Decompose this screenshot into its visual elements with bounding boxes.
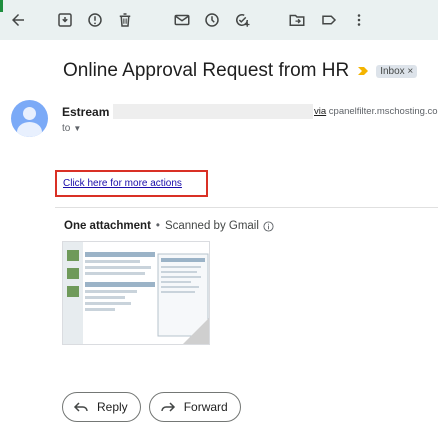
attachment-header: One attachment • Scanned by Gmail bbox=[64, 220, 274, 232]
via-link[interactable]: via bbox=[314, 106, 326, 117]
forward-icon bbox=[160, 402, 175, 412]
archive-icon[interactable] bbox=[53, 8, 77, 32]
inbox-label-chip[interactable]: Inbox × bbox=[376, 64, 418, 78]
reply-button[interactable]: Reply bbox=[62, 392, 141, 422]
recipient-details[interactable]: to ▼ bbox=[62, 123, 81, 134]
reply-icon bbox=[73, 402, 88, 412]
accent-tab bbox=[0, 0, 3, 12]
more-options-icon[interactable] bbox=[347, 8, 371, 32]
attachment-divider bbox=[55, 207, 438, 208]
mark-unread-icon[interactable] bbox=[170, 8, 194, 32]
highlighted-link-box: Click here for more actions bbox=[55, 170, 208, 197]
report-spam-icon[interactable] bbox=[83, 8, 107, 32]
to-label: to bbox=[62, 123, 71, 134]
scan-note: Scanned by Gmail bbox=[164, 220, 259, 232]
label-icon[interactable] bbox=[317, 8, 341, 32]
info-icon[interactable] bbox=[263, 220, 274, 232]
body-action-link[interactable]: Click here for more actions bbox=[63, 178, 182, 189]
delete-icon[interactable] bbox=[113, 8, 137, 32]
back-arrow-icon[interactable] bbox=[6, 8, 30, 32]
email-toolbar bbox=[0, 0, 438, 40]
chevron-down-icon[interactable]: ▼ bbox=[73, 124, 81, 133]
redacted-sender-address bbox=[113, 104, 313, 119]
reply-label: Reply bbox=[97, 400, 128, 414]
page-fold-corner bbox=[183, 318, 209, 344]
sender-name: Estream bbox=[62, 105, 110, 119]
via-line: via cpanelfilter.mschosting.com bbox=[314, 106, 438, 117]
important-marker-icon[interactable] bbox=[358, 66, 369, 76]
reply-actions: Reply Forward bbox=[62, 392, 241, 422]
attachment-count: One attachment bbox=[64, 220, 151, 232]
forward-label: Forward bbox=[183, 400, 228, 414]
email-subject: Online Approval Request from HR bbox=[63, 60, 350, 81]
snooze-icon[interactable] bbox=[200, 8, 224, 32]
via-domain: cpanelfilter.mschosting.com bbox=[326, 106, 438, 117]
avatar-head-shape bbox=[23, 107, 36, 120]
attachment-thumbnail[interactable] bbox=[62, 241, 210, 345]
forward-button[interactable]: Forward bbox=[148, 392, 241, 422]
avatar-body-shape bbox=[17, 122, 42, 137]
subject-row: Online Approval Request from HR Inbox × bbox=[63, 58, 418, 84]
avatar[interactable] bbox=[11, 100, 48, 137]
add-to-tasks-icon[interactable] bbox=[230, 8, 254, 32]
move-to-icon[interactable] bbox=[285, 8, 309, 32]
separator-dot: • bbox=[155, 220, 160, 232]
